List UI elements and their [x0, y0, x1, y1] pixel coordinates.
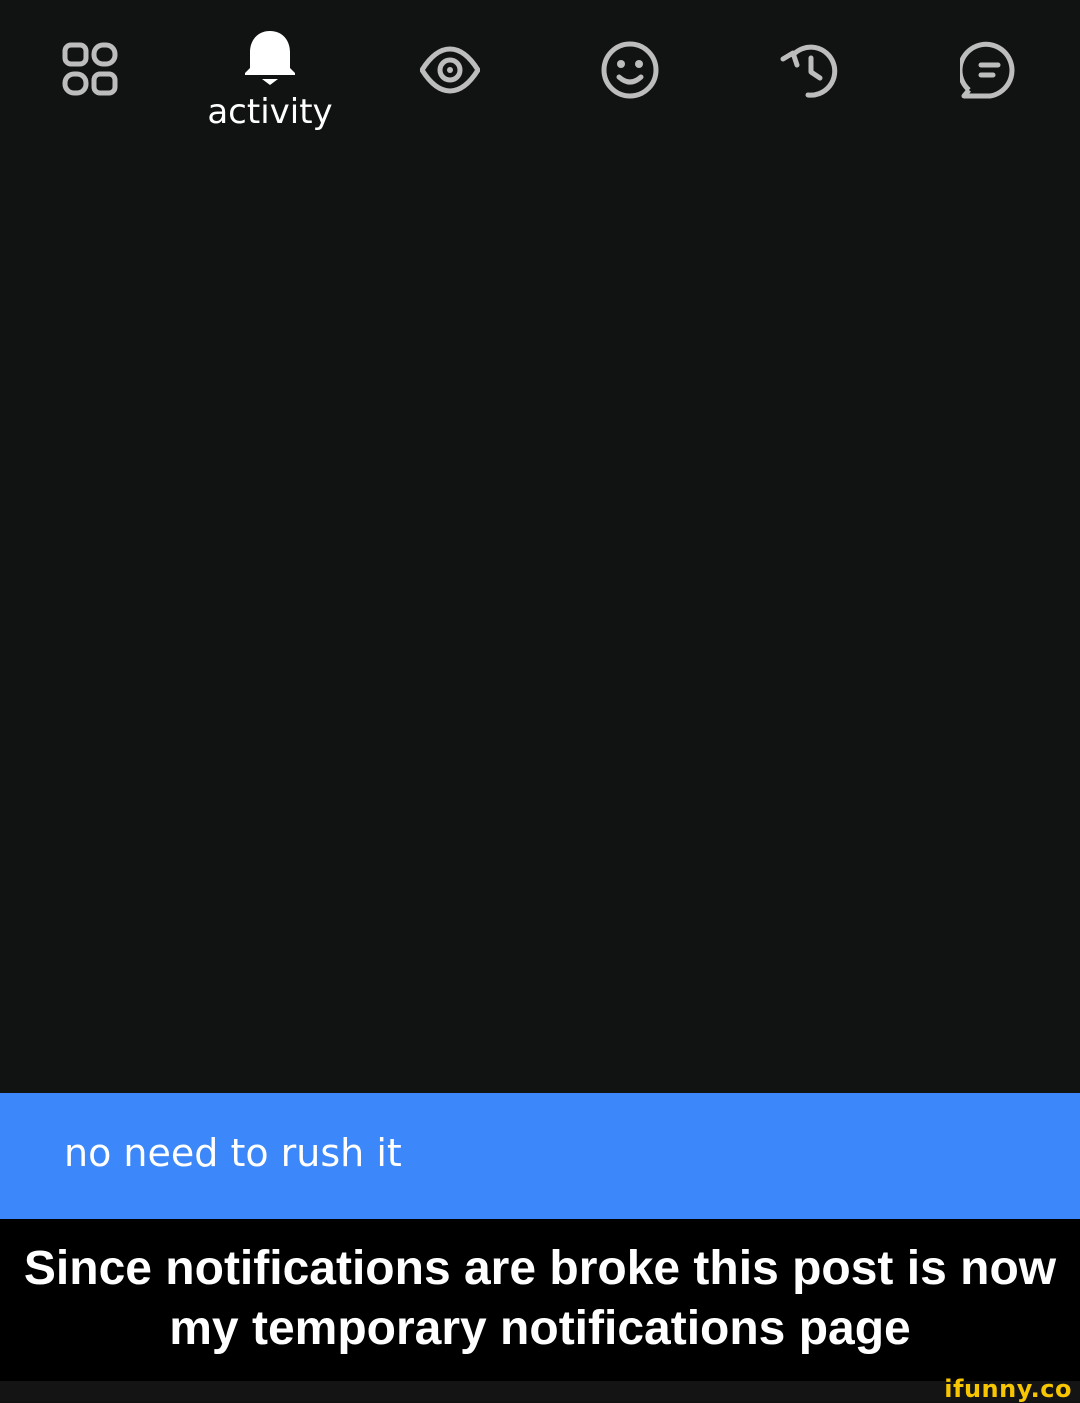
- caption-text: Since notifications are broke this post …: [23, 1242, 1057, 1355]
- footer-strip: [0, 1381, 1080, 1401]
- tab-viewed[interactable]: [390, 0, 510, 140]
- tab-activity[interactable]: activity: [207, 0, 333, 140]
- notifications-list-empty: [0, 150, 1080, 1093]
- toast-message[interactable]: no need to rush it: [0, 1093, 1080, 1219]
- tab-label: activity: [207, 92, 333, 132]
- tab-widgets[interactable]: [30, 0, 150, 140]
- tab-history[interactable]: [750, 0, 870, 140]
- widgets-icon: [62, 42, 118, 96]
- toast-text: no need to rush it: [64, 1131, 402, 1175]
- history-icon: [780, 44, 838, 98]
- caption: Since notifications are broke this post …: [0, 1219, 1080, 1381]
- eye-icon: [420, 46, 480, 94]
- tab-smiles[interactable]: [570, 0, 690, 140]
- tab-chats[interactable]: [930, 0, 1050, 140]
- bell-icon: [245, 31, 295, 85]
- chat-bubble-icon: [960, 41, 1015, 99]
- tab-bar: activity: [0, 0, 1080, 150]
- smiley-icon: [601, 41, 659, 99]
- ifunny-watermark: ifunny.co: [944, 1375, 1072, 1403]
